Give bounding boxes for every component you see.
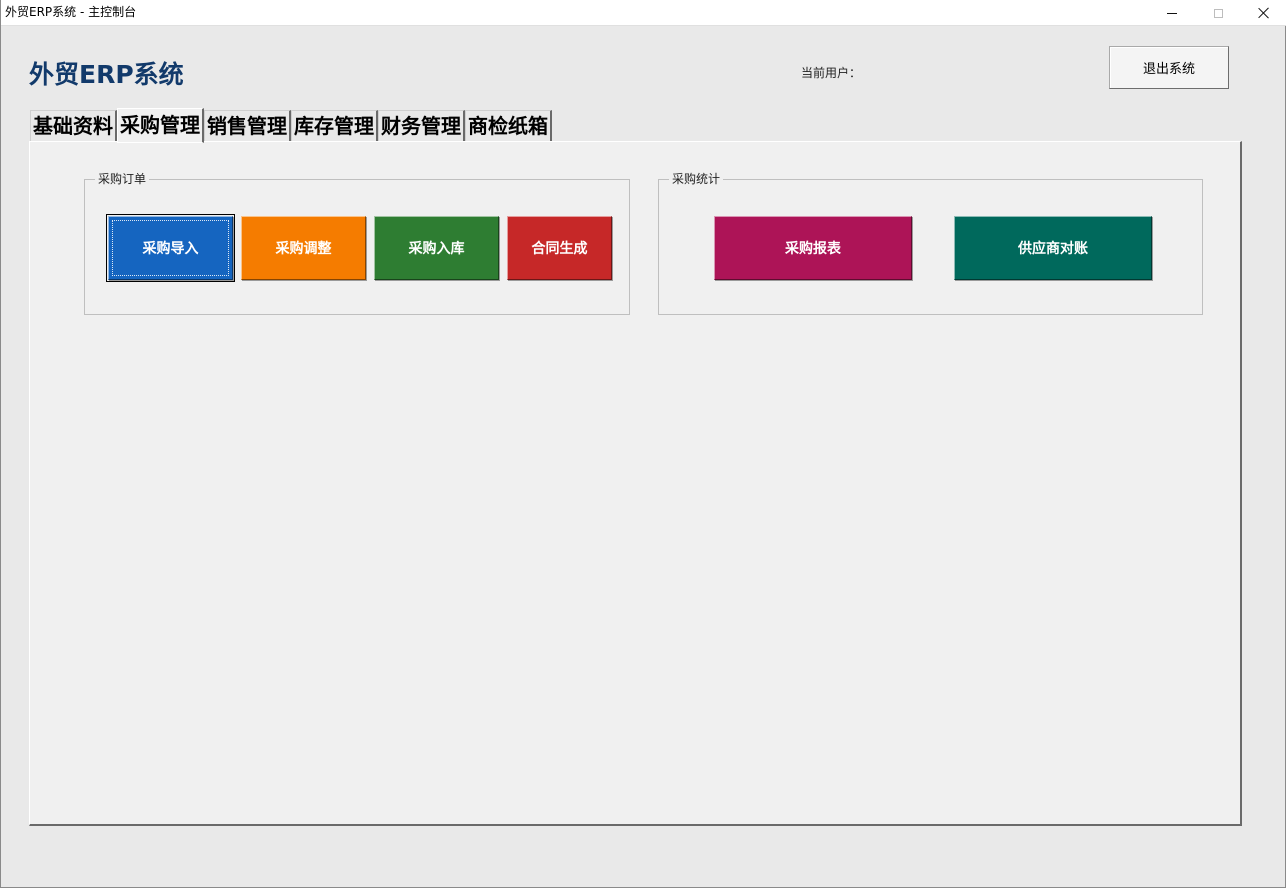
- purchase-orders-group: 采购订单 采购导入 采购调整 采购入库 合同生成: [84, 171, 630, 315]
- window-title: 外贸ERP系统 - 主控制台: [5, 5, 137, 19]
- minimize-button[interactable]: [1149, 0, 1195, 26]
- current-user-label: 当前用户：: [801, 66, 862, 80]
- tab-basic-data[interactable]: 基础资料: [30, 110, 117, 142]
- close-icon: [1258, 7, 1270, 19]
- purchase-stock-in-button[interactable]: 采购入库: [374, 216, 499, 280]
- tab-inspection-cartons[interactable]: 商检纸箱: [465, 110, 552, 142]
- tab-purchase-management[interactable]: 采购管理: [117, 108, 204, 143]
- close-button[interactable]: [1241, 0, 1286, 26]
- maximize-button[interactable]: [1195, 0, 1241, 26]
- app-window: 外贸ERP系统 - 主控制台 外贸ERP系统 当前用户： 退出系统 基础资料 采…: [0, 0, 1286, 888]
- contract-generate-button[interactable]: 合同生成: [507, 216, 612, 280]
- title-bar: 外贸ERP系统 - 主控制台: [1, 0, 1286, 26]
- app-title: 外贸ERP系统: [29, 60, 184, 89]
- group-title: 采购统计: [669, 171, 724, 187]
- tab-finance-management[interactable]: 财务管理: [378, 110, 465, 142]
- purchase-adjust-button[interactable]: 采购调整: [241, 216, 366, 280]
- purchase-report-button[interactable]: 采购报表: [714, 216, 912, 280]
- group-title: 采购订单: [95, 171, 150, 187]
- maximize-icon: [1213, 8, 1223, 18]
- exit-system-button[interactable]: 退出系统: [1109, 46, 1229, 89]
- purchase-stats-group: 采购统计 采购报表 供应商对账: [658, 171, 1203, 315]
- tab-panel-purchase: 采购订单 采购导入 采购调整 采购入库 合同生成 采购统计 采购报表 供应商对账: [29, 141, 1242, 826]
- tab-inventory-management[interactable]: 库存管理: [291, 110, 378, 142]
- tab-sales-management[interactable]: 销售管理: [204, 110, 291, 142]
- minimize-icon: [1167, 12, 1177, 14]
- tab-strip: 基础资料 采购管理 销售管理 库存管理 财务管理 商检纸箱: [30, 107, 552, 143]
- purchase-import-button[interactable]: 采购导入: [106, 214, 235, 282]
- supplier-reconciliation-button[interactable]: 供应商对账: [954, 216, 1152, 280]
